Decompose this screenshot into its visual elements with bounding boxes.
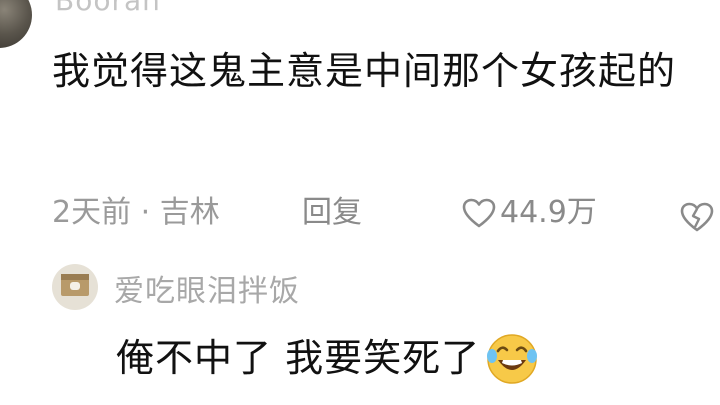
like-button[interactable]: 44.9万 [462,188,597,238]
avatar[interactable] [0,0,32,48]
reply-username[interactable]: 爱吃眼泪拌饭 [114,266,300,310]
like-count: 44.9万 [500,195,597,230]
comment-thread: Booran 我觉得这鬼主意是中间那个女孩起的 2天前 · 吉林 回复 44.9… [0,0,720,405]
reply-text: 俺不中了 我要笑死了 [116,336,481,380]
reply-avatar[interactable] [52,264,98,310]
reply-text-row: 俺不中了 我要笑死了 [116,330,540,386]
comment-username[interactable]: Booran [55,0,161,17]
box-face [70,282,80,290]
broken-heart-icon [680,202,714,232]
dislike-button[interactable] [680,198,714,248]
crying-laughing-emoji-icon [487,334,538,384]
reply-button[interactable]: 回复 [302,188,362,238]
comment-time-location: 2天前 · 吉林 [52,195,220,230]
comment-text: 我觉得这鬼主意是中间那个女孩起的 [52,49,677,93]
comment-meta-row: 2天前 · 吉林 回复 44.9万 [52,188,720,238]
box-lid [61,274,89,280]
heart-outline-icon [462,198,496,228]
